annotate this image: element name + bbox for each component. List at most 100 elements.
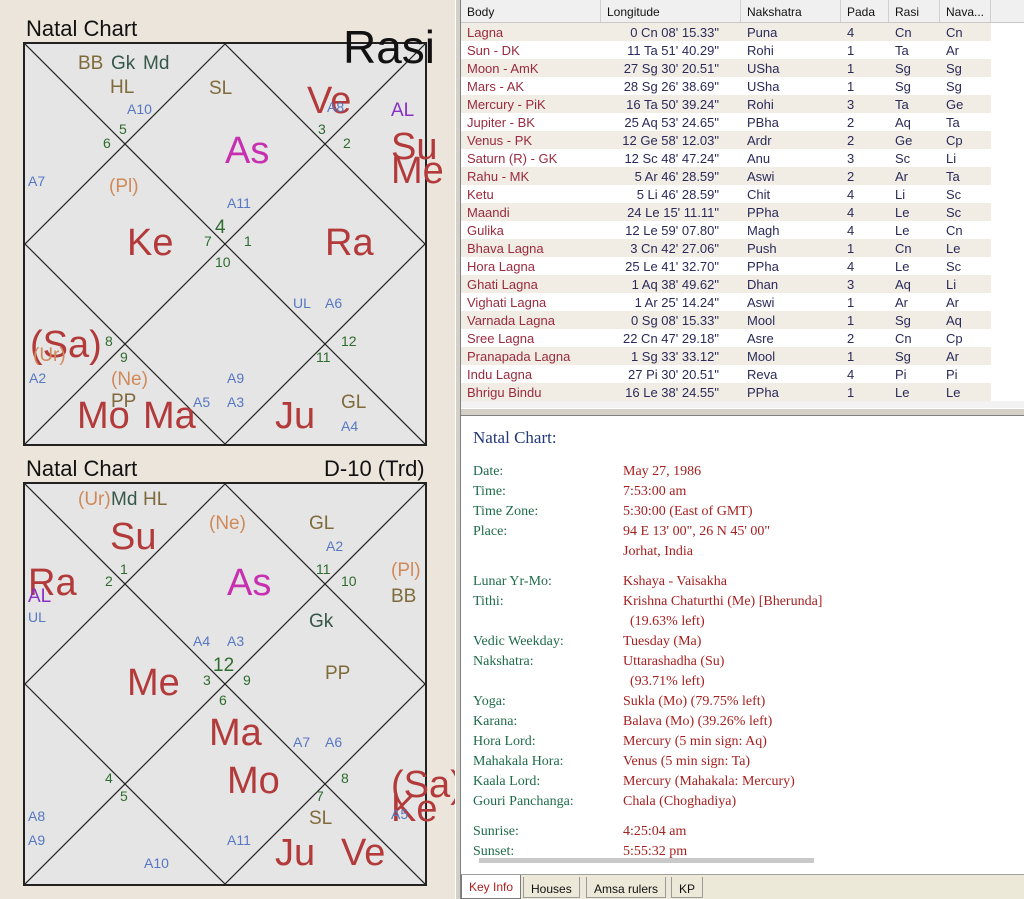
table-cell: Le (895, 259, 910, 274)
info-value: (19.63% left) (623, 614, 705, 629)
table-row[interactable]: Moon - AmK 27 Sg 30' 20.51" USha 1 Sg Sg (461, 59, 991, 77)
horizontal-splitter[interactable] (461, 408, 1024, 416)
info-row: Time: 7:53:00 am (473, 484, 1013, 504)
table-row[interactable]: Venus - PK 12 Ge 58' 12.03" Ardr 2 Ge Cp (461, 131, 991, 149)
table-cell: Sg (946, 79, 962, 94)
table-cell: Venus - PK (467, 133, 533, 148)
rasi-label-me: Me (391, 150, 444, 192)
table-cell: Cp (946, 331, 963, 346)
table-cell: Sc (895, 151, 911, 166)
table-cell: Rohi (747, 97, 774, 112)
table-row[interactable]: Bhava Lagna 3 Cn 42' 27.06" Push 1 Cn Le (461, 239, 991, 257)
table-cell: 2 (847, 115, 855, 130)
table-cell: Sg (895, 349, 911, 364)
tab-amsa-rulers[interactable]: Amsa rulers (586, 877, 667, 898)
rasi-label-ra: Ra (325, 222, 374, 264)
table-row[interactable]: Gulika 12 Le 59' 07.80" Magh 4 Le Cn (461, 221, 991, 239)
d10-label-pl: (Pl) (391, 560, 421, 581)
rasi-chart[interactable]: BB Gk Md HL A10 SL Ve A8 AL Su Me As 5 6 3 2 A7 (Pl) A11 4 7… (23, 42, 444, 446)
d10-chart-title: Natal Chart (26, 456, 138, 481)
table-row[interactable]: Varnada Lagna 0 Sg 08' 15.33" Mool 1 Sg Aq (461, 311, 991, 329)
table-cell: USha (747, 61, 780, 76)
info-horizontal-scrollbar[interactable] (479, 858, 814, 863)
rasi-label-a10: A10 (127, 101, 152, 117)
table-cell: 0 Sg 08' 15.33" (630, 313, 719, 328)
table-cell: Mars - AK (467, 79, 525, 94)
table-cell: Saturn (R) - GK (467, 151, 558, 166)
table-row[interactable]: Pranapada Lagna 1 Sg 33' 33.12" Mool 1 Sg Ar (461, 347, 991, 365)
column-header-nava[interactable]: Nava... (940, 0, 991, 22)
table-cell: Aq (946, 313, 962, 328)
table-cell: 12 Sc 48' 47.24" (624, 151, 719, 166)
rasi-label-al: AL (391, 100, 415, 121)
d10-label-a5: A5 (391, 806, 409, 822)
table-cell: Moon - AmK (467, 61, 539, 76)
table-row[interactable]: Mercury - PiK 16 Ta 50' 39.24" Rohi 3 Ta Ge (461, 95, 991, 113)
table-row[interactable]: Saturn (R) - GK 12 Sc 48' 47.24" Anu 3 Sc Li (461, 149, 991, 167)
info-row: Gouri Panchanga: Chala (Choghadiya) (473, 794, 1013, 814)
table-cell: Cn (946, 223, 963, 238)
table-cell: 1 Ar 25' 14.24" (634, 295, 719, 310)
tab-houses[interactable]: Houses (523, 877, 580, 898)
charts-panel: Natal Chart BB Gk Md HL A10 SL Ve A8 AL Su Me As 5 6 3… (0, 0, 463, 899)
table-cell: 3 (847, 151, 855, 166)
d10-label-sl: SL (309, 808, 333, 829)
info-row: Karana: Balava (Mo) (39.26% left) (473, 714, 1013, 734)
column-header-pada[interactable]: Pada (841, 0, 889, 22)
info-row: Kaala Lord: Mercury (Mahakala: Mercury) (473, 774, 1013, 794)
table-row[interactable]: Sree Lagna 22 Cn 47' 29.18" Asre 2 Cn Cp (461, 329, 991, 347)
table-row[interactable]: Lagna 0 Cn 08' 15.33" Puna 4 Cn Cn (461, 23, 991, 41)
table-row[interactable]: Ketu 5 Li 46' 28.59" Chit 4 Li Sc (461, 185, 991, 203)
info-value: Tuesday (Ma) (623, 634, 702, 649)
column-header-longitude[interactable]: Longitude (601, 0, 741, 22)
table-row[interactable]: Vighati Lagna 1 Ar 25' 14.24" Aswi 1 Ar Ar (461, 293, 991, 311)
table-horizontal-scrollbar[interactable] (461, 401, 1024, 408)
table-cell: Le (895, 385, 910, 400)
info-row: Nakshatra: Uttarashadha (Su) (473, 654, 1013, 674)
table-row[interactable]: Bhrigu Bindu 16 Le 38' 24.55" PPha 1 Le Le (461, 383, 991, 401)
rasi-label-as: As (225, 130, 270, 172)
rasi-label-10: 10 (215, 254, 231, 270)
column-header-body[interactable]: Body (461, 0, 601, 22)
tab-kp[interactable]: KP (671, 877, 704, 898)
info-value: Uttarashadha (Su) (623, 654, 725, 669)
table-row[interactable]: Sun - DK 11 Ta 51' 40.29" Rohi 1 Ta Ar (461, 41, 991, 59)
info-row: Yoga: Sukla (Mo) (79.75% left) (473, 694, 1013, 714)
d10-label-a7: A7 (293, 734, 311, 750)
table-cell: PPha (747, 385, 779, 400)
table-body: Lagna 0 Cn 08' 15.33" Puna 4 Cn Cn Sun - DK 11 … (461, 23, 991, 401)
table-cell: Sg (946, 61, 962, 76)
d10-label-ur: (Ur) (78, 489, 111, 510)
table-row[interactable]: Hora Lagna 25 Le 41' 32.70" PPha 4 Le Sc (461, 257, 991, 275)
rasi-label-hl: HL (110, 77, 135, 98)
table-cell: Ketu (467, 187, 494, 202)
tab-key-info[interactable]: Key Info (461, 875, 522, 899)
table-header: Body Longitude Nakshatra Pada Rasi Nava... (461, 0, 1024, 23)
table-cell: Cn (895, 241, 912, 256)
d10-label-a8: A8 (28, 808, 46, 824)
table-cell: 16 Le 38' 24.55" (625, 385, 719, 400)
column-header-nakshatra[interactable]: Nakshatra (741, 0, 841, 22)
info-value: Chala (Choghadiya) (623, 794, 737, 809)
table-cell: 5 Ar 46' 28.59" (634, 169, 719, 184)
rasi-label-gk: Gk (111, 53, 136, 74)
table-row[interactable]: Rahu - MK 5 Ar 46' 28.59" Aswi 2 Ar Ta (461, 167, 991, 185)
rasi-label-a8: A8 (327, 99, 345, 115)
table-row[interactable]: Jupiter - BK 25 Aq 53' 24.65" PBha 2 Aq Ta (461, 113, 991, 131)
table-row[interactable]: Mars - AK 28 Sg 26' 38.69" USha 1 Sg Sg (461, 77, 991, 95)
info-value: Venus (5 min sign: Ta) (623, 754, 751, 769)
tab-bar: Key Info Houses Amsa rulers KP (461, 874, 1024, 899)
table-cell: 12 Ge 58' 12.03" (622, 133, 719, 148)
table-row[interactable]: Indu Lagna 27 Pi 30' 20.51" Reva 4 Pi Pi (461, 365, 991, 383)
table-cell: Bhrigu Bindu (467, 385, 542, 400)
column-header-rasi[interactable]: Rasi (889, 0, 940, 22)
d10-label-3: 3 (203, 672, 211, 688)
d10-label-ma: Ma (209, 712, 262, 754)
d10-chart[interactable]: (Ur) Md HL Su (Ne) GL A2 Ra AL UL 2 1 As 11 10 (Pl) BB Gk… (23, 482, 463, 886)
table-cell: Magh (747, 223, 780, 238)
table-cell: Ghati Lagna (467, 277, 538, 292)
table-row[interactable]: Ghati Lagna 1 Aq 38' 49.62" Dhan 3 Aq Li (461, 275, 991, 293)
table-row[interactable]: Maandi 24 Le 15' 11.11" PPha 4 Le Sc (461, 203, 991, 221)
rasi-label-ur: (Ur) (33, 345, 66, 366)
table-cell: 1 (847, 241, 855, 256)
